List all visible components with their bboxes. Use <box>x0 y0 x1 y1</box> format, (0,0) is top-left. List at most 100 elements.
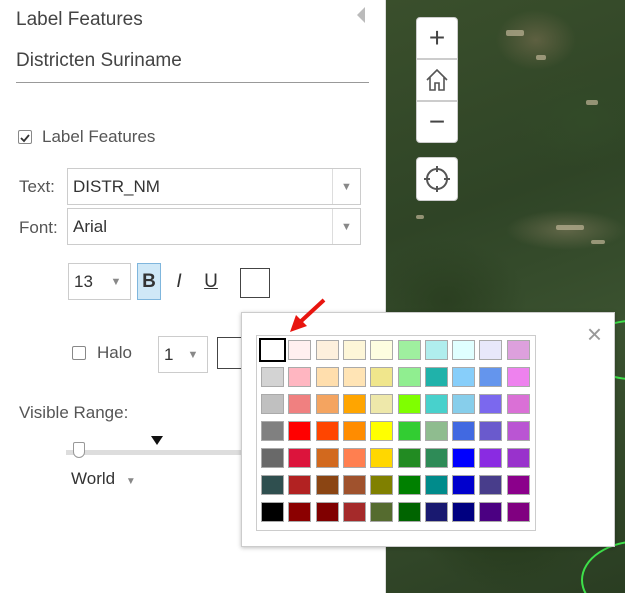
color-swatch[interactable] <box>370 367 394 387</box>
color-swatch[interactable] <box>342 448 366 468</box>
color-swatch[interactable] <box>261 475 284 495</box>
color-swatch[interactable] <box>424 421 448 441</box>
color-swatch[interactable] <box>479 340 503 360</box>
color-swatch[interactable] <box>424 502 448 522</box>
plus-icon: + <box>428 22 446 53</box>
color-swatch[interactable] <box>342 502 366 522</box>
color-swatch[interactable] <box>397 394 421 414</box>
collapse-panel-icon[interactable] <box>357 7 365 23</box>
bold-button[interactable]: B <box>137 263 161 300</box>
color-swatch[interactable] <box>506 367 530 387</box>
label-features-checkbox[interactable] <box>18 130 32 144</box>
font-color-swatch[interactable] <box>240 268 270 298</box>
color-swatch[interactable] <box>397 448 421 468</box>
color-swatch[interactable] <box>452 421 476 441</box>
color-swatch[interactable] <box>397 502 421 522</box>
color-swatch[interactable] <box>342 475 366 495</box>
color-swatch[interactable] <box>288 367 312 387</box>
chevron-down-icon: ▼ <box>110 275 122 288</box>
color-swatch[interactable] <box>315 340 339 360</box>
chevron-down-icon: ▼ <box>332 209 360 244</box>
color-swatch[interactable] <box>506 340 530 360</box>
color-swatch[interactable] <box>424 367 448 387</box>
halo-size-select[interactable]: 1 ▼ <box>158 336 208 373</box>
color-swatch[interactable] <box>342 367 366 387</box>
color-swatch[interactable] <box>424 394 448 414</box>
color-swatch[interactable] <box>452 394 476 414</box>
color-swatch[interactable] <box>424 475 448 495</box>
color-swatch[interactable] <box>261 448 284 468</box>
close-icon[interactable]: × <box>587 321 602 347</box>
color-swatch[interactable] <box>315 394 339 414</box>
halo-label: Halo <box>97 343 132 362</box>
layer-name: Districten Suriname <box>16 50 182 71</box>
color-swatch[interactable] <box>261 367 284 387</box>
color-swatch[interactable] <box>315 502 339 522</box>
font-select[interactable]: Arial ▼ <box>67 208 361 245</box>
color-swatch[interactable] <box>288 448 312 468</box>
color-swatch[interactable] <box>370 394 394 414</box>
color-swatch[interactable] <box>370 448 394 468</box>
color-swatch[interactable] <box>452 448 476 468</box>
color-swatch[interactable] <box>261 502 284 522</box>
halo-checkbox[interactable] <box>72 346 86 360</box>
color-swatch[interactable] <box>370 502 394 522</box>
minus-icon: − <box>428 106 446 137</box>
color-swatch[interactable] <box>424 340 448 360</box>
color-swatch[interactable] <box>315 421 339 441</box>
zoom-in-button[interactable]: + <box>416 17 458 59</box>
color-swatch[interactable] <box>506 502 530 522</box>
color-swatch[interactable] <box>288 475 312 495</box>
panel-title: Label Features <box>16 9 143 30</box>
color-swatch[interactable] <box>259 338 286 362</box>
color-swatch[interactable] <box>479 475 503 495</box>
zoom-out-button[interactable]: − <box>416 101 458 143</box>
color-swatch[interactable] <box>397 367 421 387</box>
underline-button[interactable]: U <box>199 263 223 300</box>
color-swatch[interactable] <box>342 421 366 441</box>
color-swatch[interactable] <box>452 367 476 387</box>
color-swatch[interactable] <box>479 448 503 468</box>
color-swatch[interactable] <box>315 448 339 468</box>
text-field-select[interactable]: DISTR_NM ▼ <box>67 168 361 205</box>
color-swatch[interactable] <box>479 394 503 414</box>
color-swatch[interactable] <box>479 502 503 522</box>
color-swatch[interactable] <box>315 367 339 387</box>
italic-button[interactable]: I <box>169 263 189 300</box>
locate-button[interactable] <box>416 157 458 201</box>
color-swatch[interactable] <box>315 475 339 495</box>
color-swatch[interactable] <box>342 340 366 360</box>
color-swatch[interactable] <box>506 448 530 468</box>
color-swatch[interactable] <box>288 340 312 360</box>
scale-dropdown[interactable]: World ▼ <box>71 469 136 489</box>
color-swatch[interactable] <box>397 340 421 360</box>
color-swatch[interactable] <box>342 394 366 414</box>
color-swatch[interactable] <box>370 421 394 441</box>
font-size-select[interactable]: 13 ▼ <box>68 263 131 300</box>
color-swatch[interactable] <box>397 421 421 441</box>
visible-range-slider-handle[interactable] <box>73 442 85 458</box>
color-swatch[interactable] <box>479 421 503 441</box>
color-swatch[interactable] <box>288 502 312 522</box>
color-swatch[interactable] <box>506 475 530 495</box>
text-field-value: DISTR_NM <box>73 177 160 196</box>
color-swatch[interactable] <box>452 502 476 522</box>
color-swatch[interactable] <box>288 394 312 414</box>
chevron-down-icon: ▼ <box>187 348 199 361</box>
color-swatch[interactable] <box>452 475 476 495</box>
color-swatch[interactable] <box>288 421 312 441</box>
color-swatch[interactable] <box>424 448 448 468</box>
color-swatch[interactable] <box>370 475 394 495</box>
color-swatch[interactable] <box>261 421 284 441</box>
color-swatch[interactable] <box>506 421 530 441</box>
color-swatch[interactable] <box>506 394 530 414</box>
color-swatch[interactable] <box>479 367 503 387</box>
color-swatch[interactable] <box>370 340 394 360</box>
color-swatch[interactable] <box>261 394 284 414</box>
color-swatch[interactable] <box>452 340 476 360</box>
red-arrow-annotation <box>290 298 326 332</box>
visible-range-slider-track[interactable] <box>66 450 246 455</box>
home-button[interactable] <box>416 59 458 101</box>
color-swatch[interactable] <box>397 475 421 495</box>
chevron-down-icon: ▼ <box>332 169 360 204</box>
